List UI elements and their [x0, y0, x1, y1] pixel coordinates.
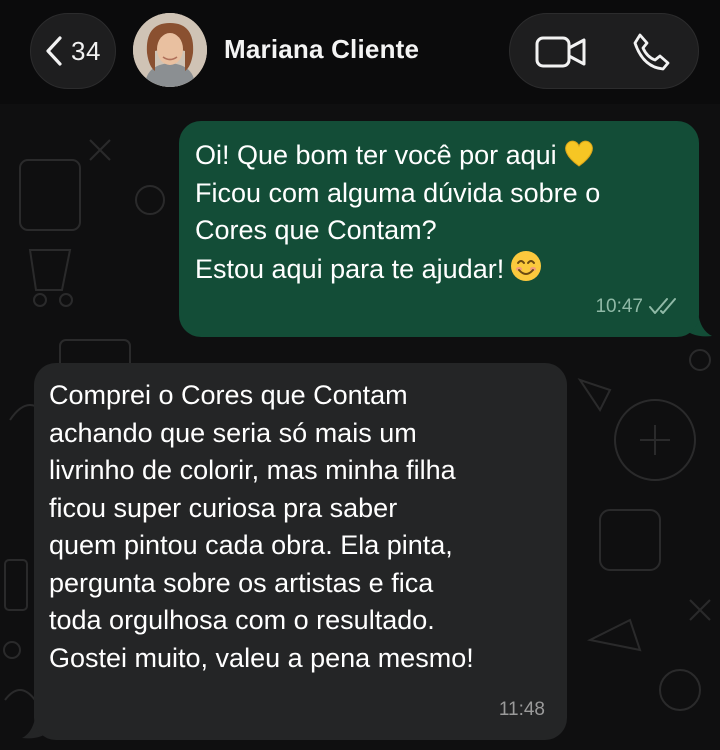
message-line: Cores que Contam? — [195, 215, 437, 245]
message-line: pergunta sobre os artistas e fica — [49, 567, 434, 598]
message-line: achando que seria só mais um — [49, 417, 417, 448]
chat-screen: 34 Mariana Cliente Oi! Que bom ter você … — [0, 0, 720, 750]
video-camera-icon — [535, 36, 586, 68]
message-line: ficou super curiosa pra saber — [49, 492, 398, 523]
outgoing-message-bubble[interactable]: Oi! Que bom ter você por aqui Ficou com … — [179, 121, 699, 337]
message-line: Oi! Que bom ter você por aqui — [195, 137, 677, 175]
back-button[interactable]: 34 — [30, 13, 116, 89]
message-time: 10:47 — [595, 295, 643, 317]
message-line: livrinho de colorir, mas minha filha — [49, 455, 456, 485]
message-line: toda orgulhosa com o resultado. — [49, 605, 435, 635]
yellow-heart-icon — [564, 140, 593, 167]
call-actions — [509, 13, 699, 89]
chat-header: 34 Mariana Cliente — [0, 0, 720, 104]
message-meta: 11:48 — [499, 691, 545, 729]
message-time: 11:48 — [498, 698, 545, 720]
avatar[interactable] — [133, 13, 207, 87]
message-line: Gostei muito, valeu a pena mesmo! — [49, 642, 474, 673]
message-line: Comprei o Cores que Contam — [49, 380, 408, 410]
phone-icon — [633, 33, 670, 71]
chevron-left-icon — [46, 36, 62, 66]
message-meta: 10:47 — [595, 288, 679, 326]
incoming-message-bubble[interactable]: Comprei o Cores que Contam achando que s… — [34, 363, 567, 740]
voice-call-button[interactable] — [606, 14, 696, 90]
video-call-button[interactable] — [516, 14, 606, 90]
double-check-icon — [649, 298, 676, 315]
contact-name[interactable]: Mariana Cliente — [224, 34, 419, 65]
avatar-image — [133, 13, 207, 87]
message-line: quem pintou cada obra. Ela pinta, — [49, 530, 453, 560]
unread-count: 34 — [71, 35, 101, 66]
message-line: Ficou com alguma dúvida sobre o — [195, 177, 601, 208]
message-line: Estou aqui para te ajudar! — [195, 250, 677, 289]
smiling-face-icon — [511, 250, 542, 281]
